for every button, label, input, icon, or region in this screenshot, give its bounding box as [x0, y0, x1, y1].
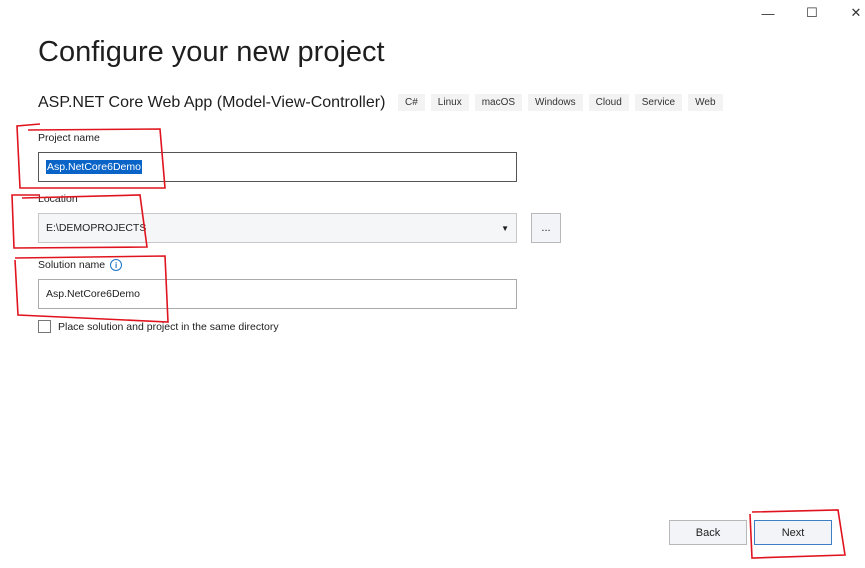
location-dropdown[interactable]: E:\DEMOPROJECTS ▼: [38, 213, 517, 243]
same-directory-checkbox[interactable]: [38, 320, 51, 333]
close-button[interactable]: ✕: [836, 0, 865, 26]
info-icon[interactable]: i: [110, 259, 123, 271]
tag: Linux: [430, 94, 469, 111]
page-title: Configure your new project: [38, 36, 385, 68]
tag: C#: [398, 94, 425, 111]
same-directory-option[interactable]: Place solution and project in the same d…: [38, 320, 279, 333]
tag: Service: [634, 94, 683, 111]
template-tags: C# Linux macOS Windows Cloud Service Web: [398, 94, 723, 111]
maximize-button[interactable]: ☐: [792, 0, 832, 26]
tag: Web: [688, 94, 723, 111]
solution-name-value: Asp.NetCore6Demo: [46, 288, 140, 300]
project-name-value: Asp.NetCore6Demo: [46, 160, 142, 174]
location-value: E:\DEMOPROJECTS: [46, 222, 147, 234]
back-button[interactable]: Back: [669, 520, 747, 545]
solution-name-label: Solution name: [38, 259, 106, 271]
project-name-input[interactable]: Asp.NetCore6Demo: [38, 152, 517, 182]
solution-name-input[interactable]: Asp.NetCore6Demo: [38, 279, 517, 309]
tag: Cloud: [588, 94, 629, 111]
tag: Windows: [528, 94, 583, 111]
next-button[interactable]: Next: [754, 520, 832, 545]
location-label: Location: [38, 193, 78, 205]
chevron-down-icon: ▼: [501, 223, 509, 233]
solution-name-label-row: Solution name i: [38, 259, 123, 271]
browse-button[interactable]: ...: [531, 213, 561, 243]
minimize-button[interactable]: —: [748, 0, 788, 26]
project-name-label: Project name: [38, 132, 100, 144]
template-name: ASP.NET Core Web App (Model-View-Control…: [38, 94, 386, 111]
tag: macOS: [474, 94, 523, 111]
same-directory-label: Place solution and project in the same d…: [58, 320, 279, 333]
